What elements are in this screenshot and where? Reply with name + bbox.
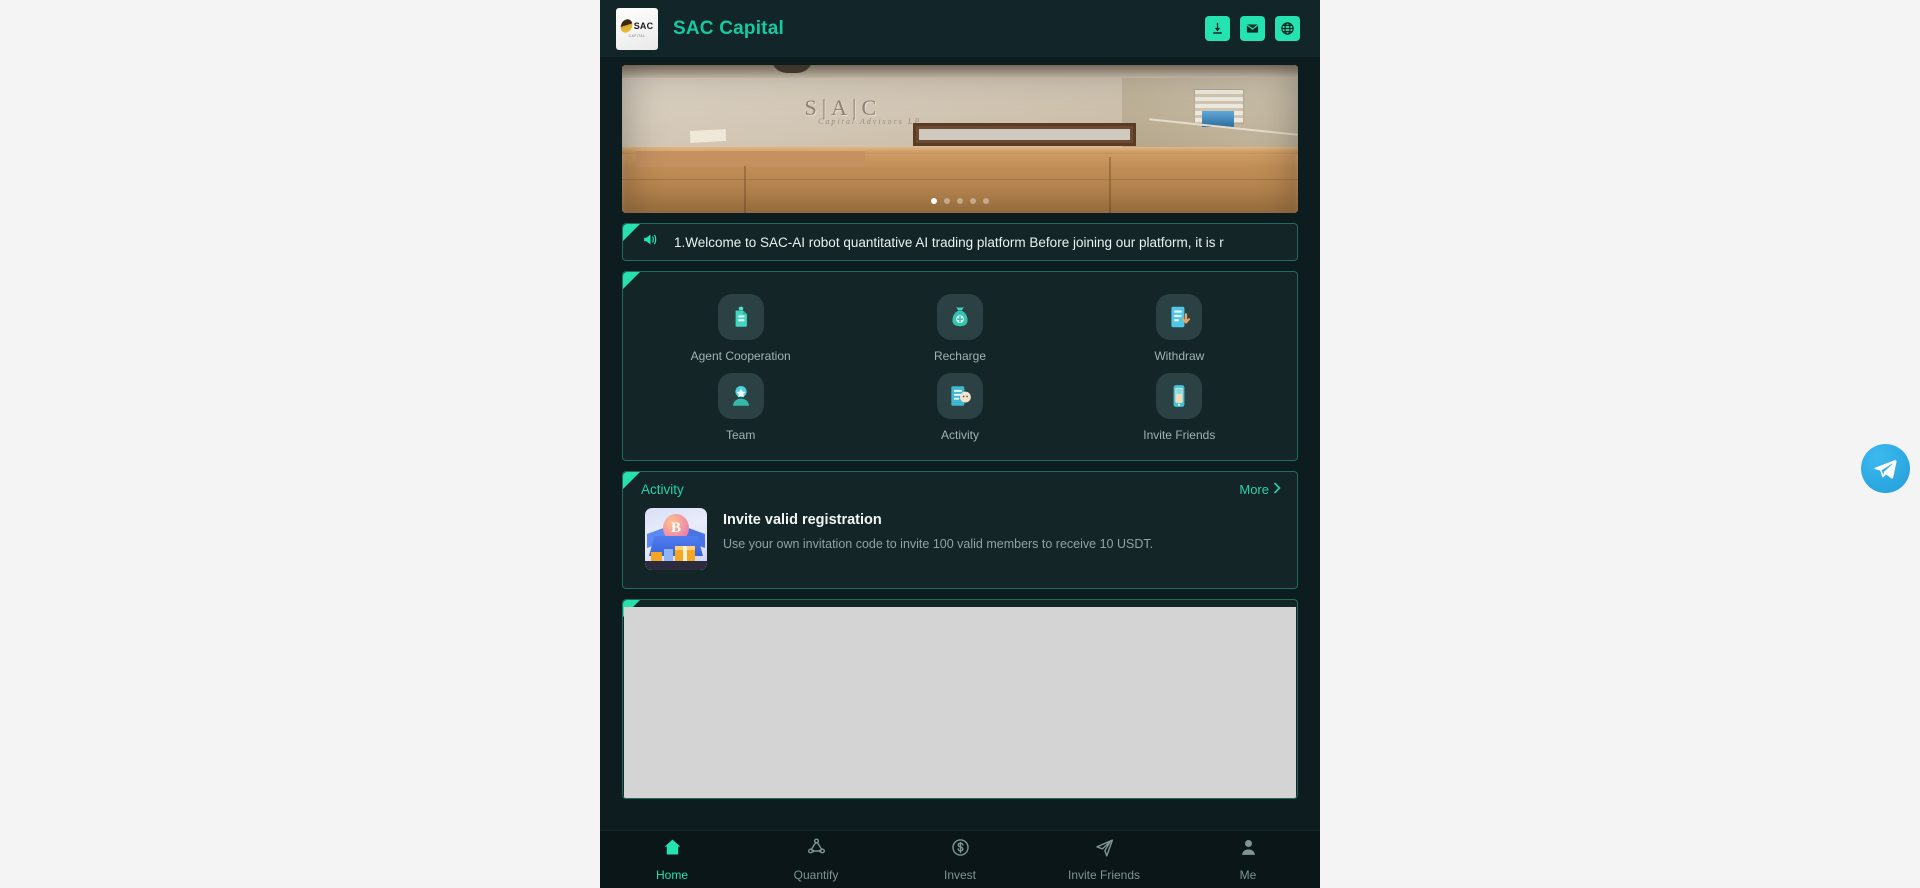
- menu-item-activity[interactable]: Activity: [850, 367, 1069, 446]
- card-corner-accent: [623, 272, 640, 289]
- tab-label: Invest: [943, 868, 976, 882]
- card-corner-accent: [623, 224, 640, 241]
- menu-label: Activity: [940, 428, 979, 442]
- quick-menu-card: Agent Cooperation Recharge Withdraw Team…: [622, 271, 1298, 461]
- quick-menu-row: Agent Cooperation Recharge Withdraw: [631, 288, 1289, 367]
- activity-icon: [936, 373, 983, 419]
- withdraw-icon: [1156, 294, 1203, 340]
- thumb-base: [645, 561, 707, 570]
- screen: SAC CAPITAL SAC Capital S|A|C Capital Ad…: [0, 0, 1920, 888]
- notice-bar[interactable]: 1.Welcome to SAC-AI robot quantitative A…: [622, 223, 1298, 261]
- home-icon: [662, 837, 683, 863]
- app-logo: SAC CAPITAL: [616, 7, 658, 50]
- download-icon[interactable]: [1205, 16, 1230, 41]
- menu-label: Agent Cooperation: [690, 349, 791, 363]
- activity-list-item[interactable]: B Invite valid registration Use your own…: [623, 506, 1297, 588]
- app-title: SAC Capital: [673, 17, 784, 39]
- menu-label: Invite Friends: [1143, 428, 1216, 442]
- agent-cooperation-icon: [717, 294, 764, 340]
- activity-card: Activity More B Invite valid registratio…: [622, 471, 1298, 589]
- tab-label: Me: [1239, 868, 1257, 882]
- app-scroll-body[interactable]: S|A|C Capital Advisors LP 1.Welcome to S…: [600, 57, 1320, 830]
- carousel-dot[interactable]: [944, 198, 950, 204]
- activity-more-label: More: [1239, 481, 1269, 497]
- carousel-dot[interactable]: [957, 198, 963, 204]
- mobile-app-container: SAC CAPITAL SAC Capital S|A|C Capital Ad…: [600, 0, 1320, 888]
- banner-vignette: [622, 65, 1298, 213]
- bottom-tab-bar: Home Quantify Invest Invite Friends Me: [600, 830, 1320, 888]
- content-placeholder-card[interactable]: [622, 599, 1298, 799]
- activity-item-texts: Invite valid registration Use your own i…: [723, 508, 1153, 570]
- tab-label: Home: [655, 868, 688, 882]
- quick-menu-row: Team Activity Invite Friends: [631, 367, 1289, 446]
- activity-title: Activity: [641, 481, 684, 497]
- activity-thumbnail: B: [645, 508, 707, 570]
- carousel-dot[interactable]: [970, 198, 976, 204]
- quantify-icon: [806, 837, 827, 863]
- team-icon: [717, 373, 764, 419]
- menu-item-invite-friends[interactable]: Invite Friends: [1070, 367, 1289, 446]
- tab-quantify[interactable]: Quantify: [744, 837, 888, 882]
- mail-icon[interactable]: [1240, 16, 1265, 41]
- tab-label: Invite Friends: [1067, 868, 1141, 882]
- thumb-gift: [675, 546, 695, 566]
- invite-friends-icon: [1156, 373, 1203, 419]
- activity-header: Activity More: [623, 472, 1297, 506]
- chevron-right-icon: [1273, 481, 1281, 497]
- megaphone-icon: [641, 231, 660, 253]
- activity-more-link[interactable]: More: [1239, 482, 1281, 497]
- menu-label: Recharge: [933, 349, 986, 363]
- carousel-dot[interactable]: [931, 198, 937, 204]
- telegram-button[interactable]: [1861, 444, 1910, 493]
- menu-item-team[interactable]: Team: [631, 367, 850, 446]
- menu-item-recharge[interactable]: Recharge: [850, 288, 1069, 367]
- invest-icon: [950, 837, 971, 863]
- tab-invest[interactable]: Invest: [888, 837, 1032, 882]
- tab-home[interactable]: Home: [600, 837, 744, 882]
- logo-text: SAC: [633, 21, 654, 31]
- activity-item-description: Use your own invitation code to invite 1…: [723, 537, 1154, 551]
- activity-item-title: Invite valid registration: [723, 512, 882, 528]
- menu-item-agent-cooperation[interactable]: Agent Cooperation: [631, 288, 850, 367]
- tab-label: Quantify: [793, 868, 839, 882]
- tab-me[interactable]: Me: [1176, 837, 1320, 882]
- carousel-dots[interactable]: [931, 198, 989, 204]
- header-actions: [1205, 16, 1300, 41]
- invite-friends-icon: [1094, 837, 1115, 863]
- profile-icon: [1238, 837, 1259, 863]
- logo-ellipse-icon: [618, 17, 635, 35]
- notice-text: 1.Welcome to SAC-AI robot quantitative A…: [674, 234, 1224, 250]
- logo-subtext: CAPITAL: [628, 34, 646, 38]
- logo-emblem-icon: SAC: [618, 17, 654, 35]
- menu-label: Withdraw: [1154, 349, 1205, 363]
- app-header: SAC CAPITAL SAC Capital: [600, 0, 1320, 57]
- tab-invite-friends[interactable]: Invite Friends: [1032, 837, 1176, 882]
- globe-icon[interactable]: [1275, 16, 1300, 41]
- menu-item-withdraw[interactable]: Withdraw: [1070, 288, 1289, 367]
- recharge-icon: [936, 294, 983, 340]
- placeholder-surface: [624, 607, 1296, 798]
- menu-label: Team: [725, 428, 756, 442]
- carousel-dot[interactable]: [983, 198, 989, 204]
- banner-carousel[interactable]: S|A|C Capital Advisors LP: [622, 65, 1298, 213]
